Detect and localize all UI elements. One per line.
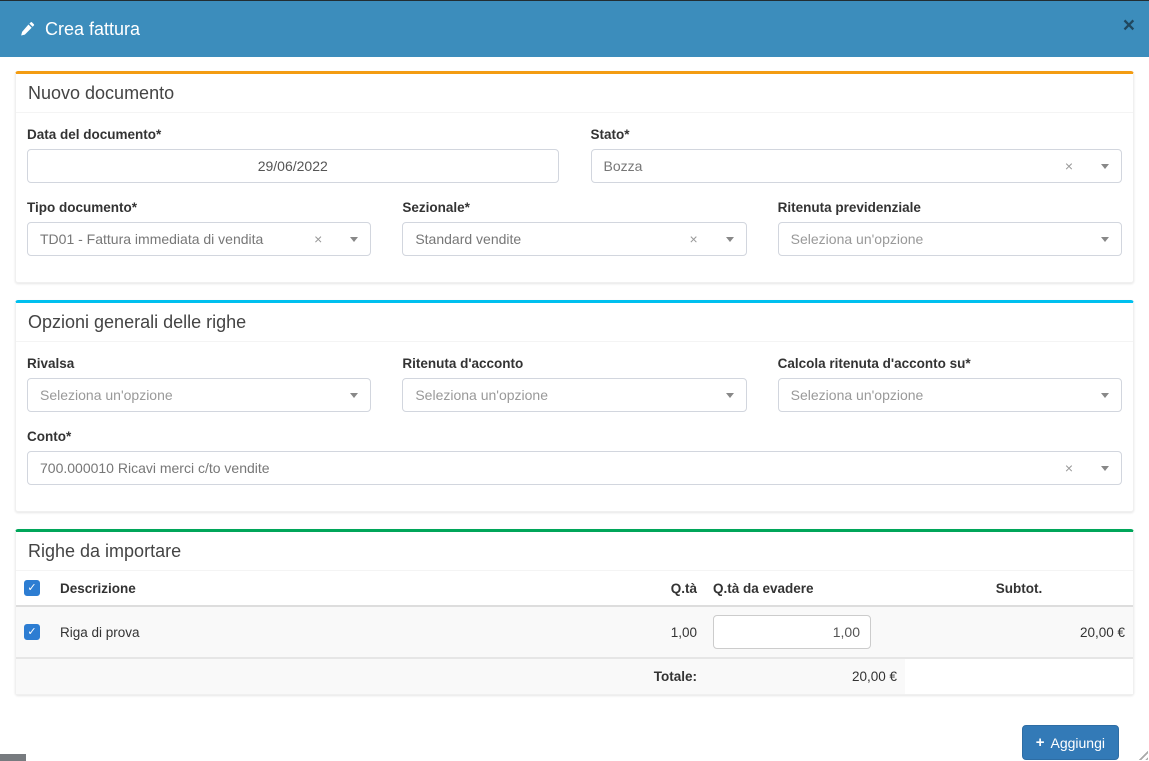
conto-select[interactable]: 700.000010 Ricavi merci c/to vendite ×	[27, 451, 1122, 485]
col-header-qta: Q.tà	[605, 571, 705, 606]
cell-descrizione: Riga di prova	[52, 606, 605, 658]
close-icon[interactable]: ×	[1123, 15, 1135, 36]
col-header-subtot: Subtot.	[905, 571, 1133, 606]
rivalsa-select[interactable]: Seleziona un'opzione	[27, 378, 371, 412]
selected-value: Standard vendite	[415, 231, 689, 247]
modal-title-text: Crea fattura	[45, 19, 140, 40]
section-body: Data del documento* Stato* Bozza × Tipo …	[16, 113, 1133, 282]
chevron-down-icon	[1101, 393, 1109, 398]
field-ritenuta-previdenziale: Ritenuta previdenziale Seleziona un'opzi…	[778, 200, 1122, 256]
field-label: Sezionale*	[402, 200, 746, 215]
field-label: Ritenuta previdenziale	[778, 200, 1122, 215]
cell-subtot: 20,00 €	[905, 606, 1133, 658]
modal-header: Crea fattura ×	[0, 0, 1149, 57]
section-title: Nuovo documento	[28, 83, 174, 103]
modal-title: Crea fattura	[20, 19, 140, 40]
col-header-qta-evadere: Q.tà da evadere	[705, 571, 905, 606]
plus-icon: +	[1036, 734, 1045, 751]
placeholder-value: Seleziona un'opzione	[791, 387, 1099, 403]
row-checkbox[interactable]: ✓	[24, 624, 40, 640]
ritenuta-acconto-select[interactable]: Seleziona un'opzione	[402, 378, 746, 412]
stato-select[interactable]: Bozza ×	[591, 149, 1123, 183]
field-calcola-ritenuta: Calcola ritenuta d'acconto su* Seleziona…	[778, 356, 1122, 412]
table-total-row: Totale: 20,00 €	[16, 658, 1133, 694]
field-stato: Stato* Bozza ×	[591, 127, 1123, 183]
add-button-label: Aggiungi	[1051, 735, 1106, 751]
background-page-fragment	[0, 754, 26, 761]
placeholder-value: Seleziona un'opzione	[40, 387, 348, 403]
section-title: Righe da importare	[28, 541, 181, 561]
field-ritenuta-acconto: Ritenuta d'acconto Seleziona un'opzione	[402, 356, 746, 412]
calcola-ritenuta-select[interactable]: Seleziona un'opzione	[778, 378, 1122, 412]
pencil-icon	[20, 21, 36, 37]
field-tipo-documento: Tipo documento* TD01 - Fattura immediata…	[27, 200, 371, 256]
clear-icon[interactable]: ×	[1065, 461, 1073, 475]
qta-evadere-input[interactable]	[713, 615, 871, 649]
section-header: Righe da importare	[16, 532, 1133, 571]
field-label: Calcola ritenuta d'acconto su*	[778, 356, 1122, 371]
section-opzioni-righe: Opzioni generali delle righe Rivalsa Sel…	[15, 300, 1134, 512]
righe-table: ✓ Descrizione Q.tà Q.tà da evadere Subto…	[16, 571, 1133, 694]
select-all-checkbox[interactable]: ✓	[24, 580, 40, 596]
section-righe-importare: Righe da importare ✓ Descrizione Q.tà Q.…	[15, 529, 1134, 695]
tipo-documento-select[interactable]: TD01 - Fattura immediata di vendita ×	[27, 222, 371, 256]
cell-qta: 1,00	[605, 606, 705, 658]
total-value: 20,00 €	[705, 658, 905, 694]
field-sezionale: Sezionale* Standard vendite ×	[402, 200, 746, 256]
chevron-down-icon	[350, 393, 358, 398]
sezionale-select[interactable]: Standard vendite ×	[402, 222, 746, 256]
section-title: Opzioni generali delle righe	[28, 312, 246, 332]
selected-value: 700.000010 Ricavi merci c/to vendite	[40, 460, 1065, 476]
field-conto: Conto* 700.000010 Ricavi merci c/to vend…	[27, 429, 1122, 485]
total-label: Totale:	[605, 658, 705, 694]
field-label: Rivalsa	[27, 356, 371, 371]
modal-body: Nuovo documento Data del documento* Stat…	[0, 57, 1149, 760]
section-header: Nuovo documento	[16, 74, 1133, 113]
add-button[interactable]: + Aggiungi	[1022, 725, 1119, 760]
field-rivalsa: Rivalsa Seleziona un'opzione	[27, 356, 371, 412]
clear-icon[interactable]: ×	[689, 232, 697, 246]
table-header-row: ✓ Descrizione Q.tà Q.tà da evadere Subto…	[16, 571, 1133, 606]
field-label: Conto*	[27, 429, 1122, 444]
placeholder-value: Seleziona un'opzione	[415, 387, 723, 403]
field-label: Tipo documento*	[27, 200, 371, 215]
clear-icon[interactable]: ×	[314, 232, 322, 246]
data-documento-input[interactable]	[27, 149, 559, 183]
chevron-down-icon	[726, 237, 734, 242]
selected-value: Bozza	[604, 158, 1065, 174]
chevron-down-icon	[726, 393, 734, 398]
chevron-down-icon	[1101, 466, 1109, 471]
field-data-documento: Data del documento*	[27, 127, 559, 183]
field-label: Stato*	[591, 127, 1123, 142]
field-label: Ritenuta d'acconto	[402, 356, 746, 371]
field-label: Data del documento*	[27, 127, 559, 142]
section-nuovo-documento: Nuovo documento Data del documento* Stat…	[15, 71, 1134, 283]
section-body: Rivalsa Seleziona un'opzione Ritenuta d'…	[16, 342, 1133, 511]
clear-icon[interactable]: ×	[1065, 159, 1073, 173]
ritenuta-previdenziale-select[interactable]: Seleziona un'opzione	[778, 222, 1122, 256]
col-header-descrizione: Descrizione	[52, 571, 605, 606]
placeholder-value: Seleziona un'opzione	[791, 231, 1099, 247]
modal-footer: + Aggiungi	[15, 712, 1134, 760]
chevron-down-icon	[1101, 164, 1109, 169]
chevron-down-icon	[350, 237, 358, 242]
section-header: Opzioni generali delle righe	[16, 303, 1133, 342]
selected-value: TD01 - Fattura immediata di vendita	[40, 231, 314, 247]
chevron-down-icon	[1101, 237, 1109, 242]
table-row: ✓ Riga di prova 1,00 20,00 €	[16, 606, 1133, 658]
